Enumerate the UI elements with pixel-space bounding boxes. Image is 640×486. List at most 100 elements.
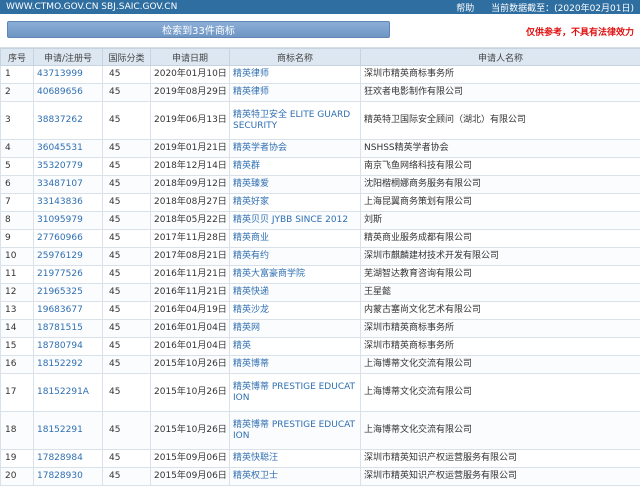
applicant-cell: 内蒙古塞尚文化艺术有限公司: [361, 302, 640, 320]
trademark-name-cell: 精英臻爱: [230, 176, 361, 194]
trademark-name-link[interactable]: 精英博蒂 PRESTIGE EDUCATION: [233, 420, 355, 441]
trademark-name-cell: 精英有约: [230, 248, 361, 266]
row-index: 4: [1, 140, 34, 158]
header-class: 国际分类: [103, 49, 151, 66]
reg-no-cell: 18781515: [34, 320, 103, 338]
reg-no-cell: 27760966: [34, 230, 103, 248]
class-cell: 45: [103, 338, 151, 356]
trademark-name-link[interactable]: 精英网: [233, 323, 260, 333]
reg-no-link[interactable]: 18780794: [37, 341, 83, 351]
trademark-table: 序号 申请/注册号 国际分类 申请日期 商标名称 申请人名称 143713999…: [0, 48, 640, 486]
trademark-name-link[interactable]: 精英商业: [233, 233, 269, 243]
table-row: 2017828930452015年09月06日精英权卫士深圳市精英知识产权运营服…: [1, 468, 640, 486]
trademark-name-link[interactable]: 精英权卫士: [233, 471, 278, 481]
trademark-name-link[interactable]: 精英学者协会: [233, 143, 287, 153]
reg-no-link[interactable]: 31095979: [37, 215, 83, 225]
reg-no-link[interactable]: 40689656: [37, 87, 83, 97]
reg-no-link[interactable]: 27760966: [37, 233, 83, 243]
reg-no-cell: 38837262: [34, 102, 103, 140]
reg-no-link[interactable]: 35320779: [37, 161, 83, 171]
trademark-name-link[interactable]: 精英律师: [233, 87, 269, 97]
trademark-name-link[interactable]: 精英贝贝 JYBB SINCE 2012: [233, 215, 348, 225]
date-cell: 2016年04月19日: [151, 302, 230, 320]
reg-no-link[interactable]: 18152291: [37, 425, 83, 435]
table-row: 733143836452018年08月27日精英好家上海昆翼商务策划有限公司: [1, 194, 640, 212]
date-cell: 2015年09月06日: [151, 450, 230, 468]
trademark-name-link[interactable]: 精英好家: [233, 197, 269, 207]
site-domains: WWW.CTMO.GOV.CN SBJ.SAIC.GOV.CN: [6, 2, 177, 12]
reg-no-link[interactable]: 21977526: [37, 269, 83, 279]
class-cell: 45: [103, 356, 151, 374]
trademark-name-cell: 精英博蒂: [230, 356, 361, 374]
applicant-cell: 沈阳楷桐娜商务服务有限公司: [361, 176, 640, 194]
trademark-name-cell: 精英特卫安全 ELITE GUARD SECURITY: [230, 102, 361, 140]
date-cell: 2019年01月21日: [151, 140, 230, 158]
applicant-cell: 深圳市精英商标事务所: [361, 320, 640, 338]
table-row: 535320779452018年12月14日精英群南京飞鱼网络科技有限公司: [1, 158, 640, 176]
applicant-cell: 王星懿: [361, 284, 640, 302]
table-row: 436045531452019年01月21日精英学者协会NSHSS精英学者协会: [1, 140, 640, 158]
reg-no-link[interactable]: 17828930: [37, 471, 83, 481]
table-row: 633487107452018年09月12日精英臻爱沈阳楷桐娜商务服务有限公司: [1, 176, 640, 194]
search-result-button[interactable]: 检索到33件商标: [7, 21, 390, 38]
reg-no-link[interactable]: 25976129: [37, 251, 83, 261]
reg-no-cell: 43713999: [34, 66, 103, 84]
reg-no-link[interactable]: 43713999: [37, 69, 83, 79]
applicant-cell: 深圳市精英知识产权运营服务有限公司: [361, 450, 640, 468]
trademark-name-link[interactable]: 精英大富豪商学院: [233, 269, 305, 279]
row-index: 9: [1, 230, 34, 248]
class-cell: 45: [103, 158, 151, 176]
applicant-cell: 精英特卫国际安全顾问（湖北）有限公司: [361, 102, 640, 140]
class-cell: 45: [103, 248, 151, 266]
trademark-name-link[interactable]: 精英臻爱: [233, 179, 269, 189]
result-banner: 检索到33件商标 仅供参考，不具有法律效力: [0, 14, 640, 48]
header-index: 序号: [1, 49, 34, 66]
trademark-name-link[interactable]: 精英: [233, 341, 251, 351]
reg-no-link[interactable]: 33487107: [37, 179, 83, 189]
class-cell: 45: [103, 176, 151, 194]
class-cell: 45: [103, 374, 151, 412]
row-index: 17: [1, 374, 34, 412]
data-date-label: 当前数据截至：(2020年02月01日): [491, 4, 634, 14]
trademark-name-link[interactable]: 精英律师: [233, 69, 269, 79]
header-trademark-name: 商标名称: [230, 49, 361, 66]
date-cell: 2016年01月04日: [151, 338, 230, 356]
trademark-name-link[interactable]: 精英博蒂: [233, 359, 269, 369]
reg-no-link[interactable]: 18152291A: [37, 387, 89, 397]
applicant-cell: 芜湖智达教育咨询有限公司: [361, 266, 640, 284]
date-cell: 2018年12月14日: [151, 158, 230, 176]
date-cell: 2019年08月29日: [151, 84, 230, 102]
reg-no-link[interactable]: 18152292: [37, 359, 83, 369]
reg-no-link[interactable]: 36045531: [37, 143, 83, 153]
table-header-row: 序号 申请/注册号 国际分类 申请日期 商标名称 申请人名称: [1, 49, 640, 66]
trademark-name-link[interactable]: 精英群: [233, 161, 260, 171]
reg-no-cell: 33487107: [34, 176, 103, 194]
class-cell: 45: [103, 66, 151, 84]
reg-no-cell: 36045531: [34, 140, 103, 158]
row-index: 8: [1, 212, 34, 230]
help-link[interactable]: 帮助: [456, 4, 474, 14]
header-applicant: 申请人名称: [361, 49, 640, 66]
trademark-name-link[interactable]: 精英有约: [233, 251, 269, 261]
trademark-name-link[interactable]: 精英快递: [233, 287, 269, 297]
date-cell: 2016年11月21日: [151, 266, 230, 284]
trademark-name-link[interactable]: 精英特卫安全 ELITE GUARD SECURITY: [233, 110, 350, 131]
reg-no-link[interactable]: 19683677: [37, 305, 83, 315]
reg-no-link[interactable]: 21965325: [37, 287, 83, 297]
reg-no-link[interactable]: 38837262: [37, 115, 83, 125]
trademark-name-cell: 精英快聪汪: [230, 450, 361, 468]
trademark-name-link[interactable]: 精英博蒂 PRESTIGE EDUCATION: [233, 382, 355, 403]
reg-no-link[interactable]: 17828984: [37, 453, 83, 463]
table-row: 1418781515452016年01月04日精英网深圳市精英商标事务所: [1, 320, 640, 338]
row-index: 1: [1, 66, 34, 84]
table-row: 1121977526452016年11月21日精英大富豪商学院芜湖智达教育咨询有…: [1, 266, 640, 284]
trademark-name-link[interactable]: 精英快聪汪: [233, 453, 278, 463]
table-row: 240689656452019年08月29日精英律师狂欢者电影制作有限公司: [1, 84, 640, 102]
applicant-cell: NSHSS精英学者协会: [361, 140, 640, 158]
class-cell: 45: [103, 450, 151, 468]
reg-no-link[interactable]: 33143836: [37, 197, 83, 207]
class-cell: 45: [103, 102, 151, 140]
reg-no-link[interactable]: 18781515: [37, 323, 83, 333]
trademark-name-link[interactable]: 精英沙龙: [233, 305, 269, 315]
disclaimer-notice: 仅供参考，不具有法律效力: [526, 25, 634, 38]
